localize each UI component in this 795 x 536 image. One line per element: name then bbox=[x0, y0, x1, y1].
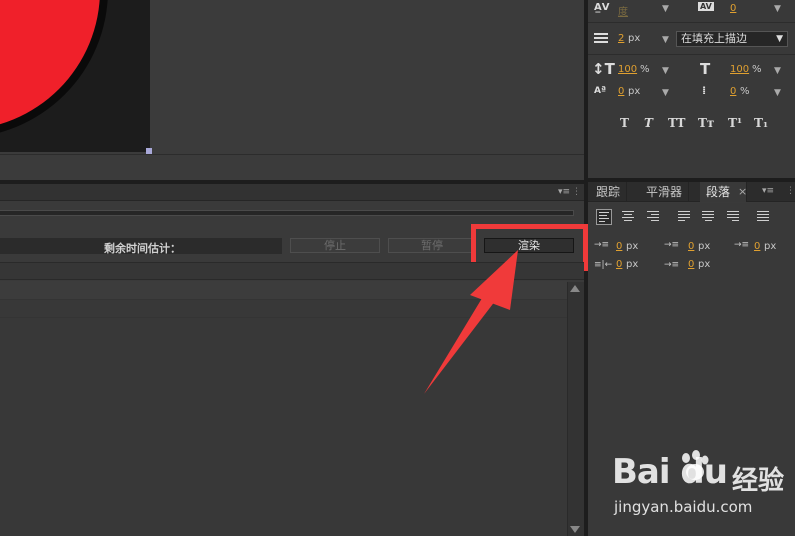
list-item[interactable] bbox=[0, 300, 567, 318]
justify-all-button[interactable] bbox=[757, 211, 773, 227]
render-progress-bar bbox=[0, 210, 574, 216]
scrollbar[interactable] bbox=[567, 282, 584, 536]
render-queue-list[interactable] bbox=[0, 281, 567, 536]
divider bbox=[588, 54, 795, 55]
pause-button[interactable]: 暂停 bbox=[388, 238, 476, 253]
horizontal-scale-unit: % bbox=[752, 64, 762, 75]
list-item[interactable] bbox=[0, 281, 567, 300]
tracking-dropdown-icon[interactable]: ▼ bbox=[774, 4, 781, 14]
eta-label: 剩余时间估计： bbox=[104, 242, 181, 255]
subscript-button[interactable]: T₁ bbox=[754, 116, 768, 130]
faux-bold-button[interactable]: T bbox=[620, 116, 629, 130]
tracking-icon: AV bbox=[698, 2, 714, 11]
close-icon[interactable]: × bbox=[738, 185, 747, 198]
vertical-scale-unit: % bbox=[640, 64, 650, 75]
space-before-unit: px bbox=[626, 259, 639, 270]
tracking-value[interactable]: 0 bbox=[730, 3, 736, 14]
stroke-width-icon-bar bbox=[594, 37, 608, 39]
indent-first-line-unit: px bbox=[764, 241, 777, 252]
chevron-down-icon: ▼ bbox=[776, 34, 783, 44]
scroll-up-icon[interactable] bbox=[570, 285, 580, 292]
character-panel: A̲V 度 ▼ AV 0 ▼ 2 px ▼ 在填充上描边 ▼ ↕T 100 % … bbox=[588, 0, 795, 178]
all-caps-button[interactable]: TT bbox=[668, 116, 685, 130]
horizontal-scale-value[interactable]: 100 bbox=[730, 64, 749, 75]
tsume-dropdown-icon[interactable]: ▼ bbox=[774, 88, 781, 98]
superscript-button[interactable]: T¹ bbox=[728, 116, 742, 130]
baidu-watermark: Bai du 经验 jingyan.baidu.com bbox=[612, 450, 792, 522]
align-left-button[interactable] bbox=[596, 209, 612, 225]
vertical-scale-icon: ↕T bbox=[592, 60, 615, 78]
align-right-button[interactable] bbox=[647, 211, 663, 227]
baseline-shift-value[interactable]: 0 bbox=[618, 86, 624, 97]
indent-right-value[interactable]: 0 bbox=[688, 241, 694, 252]
panel-grip-icon[interactable]: ⋮ bbox=[572, 187, 581, 197]
paragraph-panel-tabs: 跟踪 平滑器 段落 × ▾≡ ⋮ bbox=[588, 182, 795, 202]
indent-left-icon: →≡ bbox=[594, 240, 610, 250]
stroke-mode-select[interactable]: 在填充上描边 ▼ bbox=[676, 31, 788, 47]
stroke-width-dropdown-icon[interactable]: ▼ bbox=[662, 35, 669, 45]
tsume-icon: ⁞ bbox=[702, 84, 707, 97]
space-before-value[interactable]: 0 bbox=[616, 259, 622, 270]
baseline-shift-dropdown-icon[interactable]: ▼ bbox=[662, 88, 669, 98]
justify-last-left-button[interactable] bbox=[678, 211, 694, 227]
render-queue-column-header bbox=[0, 262, 584, 280]
tsume-value[interactable]: 0 bbox=[730, 86, 736, 97]
indent-first-line-value[interactable]: 0 bbox=[754, 241, 760, 252]
faux-italic-button[interactable]: T bbox=[644, 116, 653, 130]
composition-viewer bbox=[0, 0, 584, 180]
paw-icon bbox=[682, 450, 709, 480]
composition-canvas[interactable] bbox=[0, 0, 150, 152]
tsume-unit: % bbox=[740, 86, 750, 97]
small-caps-button[interactable]: Tт bbox=[698, 116, 714, 130]
vertical-scale-value[interactable]: 100 bbox=[618, 64, 637, 75]
viewer-divider bbox=[0, 154, 584, 155]
stop-button[interactable]: 停止 bbox=[290, 238, 380, 253]
red-circle-layer[interactable] bbox=[0, 0, 100, 130]
indent-first-line-icon: →≡ bbox=[734, 240, 750, 250]
panel-menu-icon[interactable]: ▾≡ bbox=[558, 187, 570, 197]
stroke-width-value[interactable]: 2 bbox=[618, 33, 624, 44]
space-after-value[interactable]: 0 bbox=[688, 259, 694, 270]
kerning-value[interactable]: 度 bbox=[618, 3, 628, 18]
space-before-icon: ≡|← bbox=[594, 260, 613, 270]
stroke-width-unit: px bbox=[628, 33, 641, 44]
panel-grip-icon[interactable]: ⋮ bbox=[786, 186, 795, 196]
stroke-mode-label: 在填充上描边 bbox=[681, 32, 747, 45]
tab-tracker[interactable]: 跟踪 bbox=[590, 182, 628, 202]
baseline-shift-icon: Aª bbox=[594, 86, 607, 96]
watermark-url: jingyan.baidu.com bbox=[614, 498, 753, 516]
justify-last-center-button[interactable] bbox=[702, 211, 718, 227]
horizontal-scale-icon: T bbox=[700, 60, 711, 78]
space-after-icon: →≡ bbox=[664, 260, 680, 270]
tab-smoother[interactable]: 平滑器 bbox=[640, 182, 690, 202]
kerning-dropdown-icon[interactable]: ▼ bbox=[662, 4, 669, 14]
scroll-down-icon[interactable] bbox=[570, 526, 580, 533]
space-after-unit: px bbox=[698, 259, 711, 270]
render-queue-header: ▾≡ ⋮ bbox=[0, 184, 584, 201]
divider bbox=[588, 22, 795, 23]
baseline-shift-unit: px bbox=[628, 86, 641, 97]
tab-paragraph-label: 段落 bbox=[706, 185, 731, 199]
kerning-icon: A̲V bbox=[594, 2, 610, 13]
indent-right-icon: →≡ bbox=[664, 240, 680, 250]
indent-right-unit: px bbox=[698, 241, 711, 252]
horizontal-scale-dropdown-icon[interactable]: ▼ bbox=[774, 66, 781, 76]
indent-left-unit: px bbox=[626, 241, 639, 252]
justify-last-right-button[interactable] bbox=[727, 211, 743, 227]
indent-left-value[interactable]: 0 bbox=[616, 241, 622, 252]
align-center-button[interactable] bbox=[622, 211, 638, 227]
vertical-scale-dropdown-icon[interactable]: ▼ bbox=[662, 66, 669, 76]
watermark-brand: 经验 bbox=[732, 466, 785, 496]
panel-menu-icon[interactable]: ▾≡ bbox=[762, 186, 774, 196]
